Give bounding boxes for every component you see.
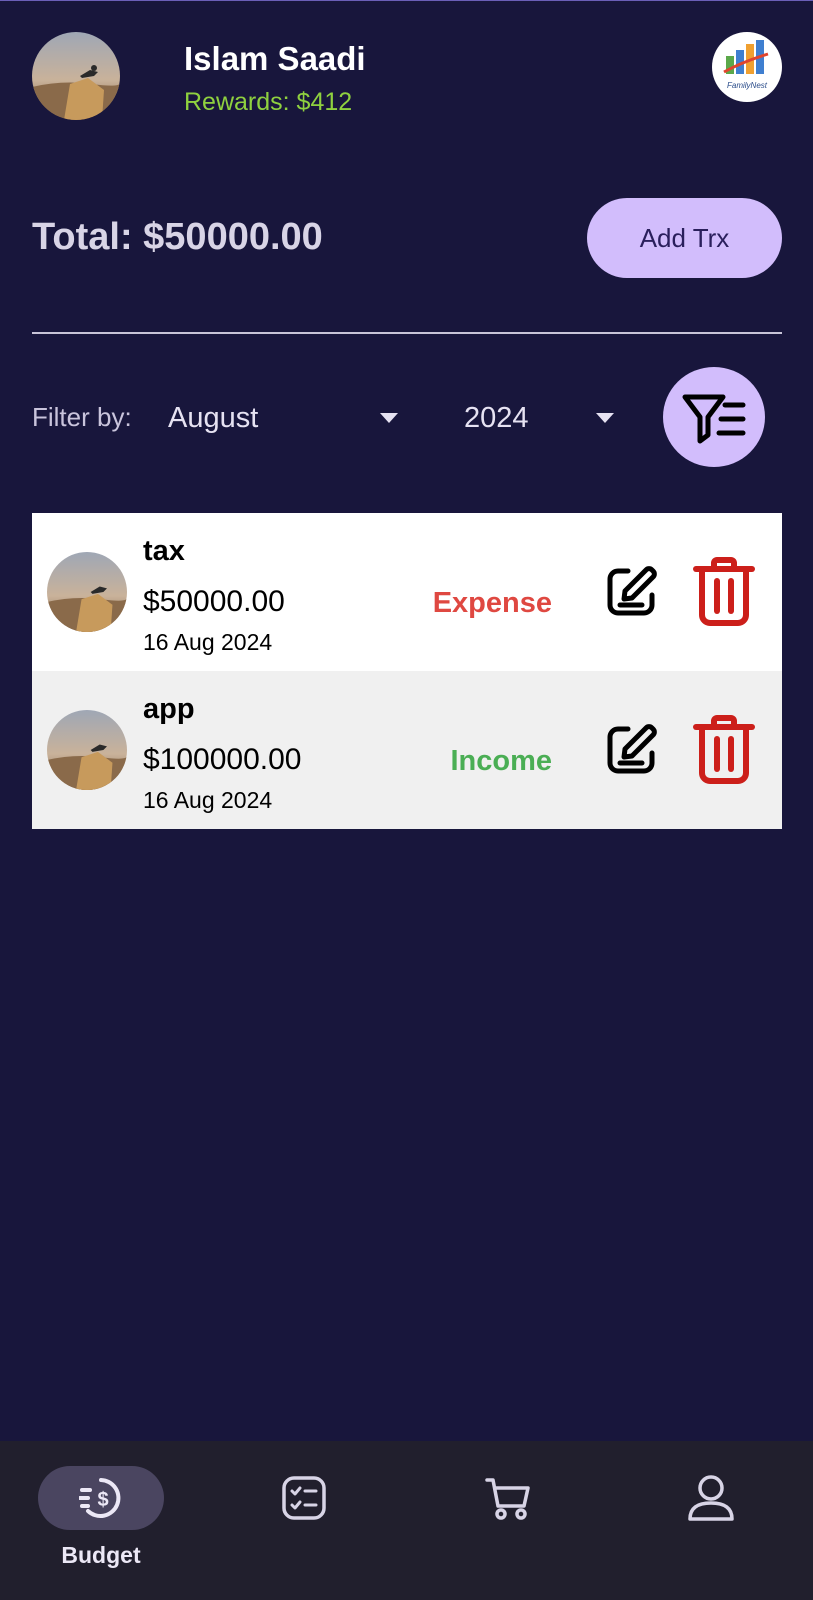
- edit-icon[interactable]: [604, 563, 660, 619]
- user-name: Islam Saadi: [184, 40, 366, 77]
- year-value: 2024: [464, 401, 529, 434]
- filter-button[interactable]: [663, 367, 765, 467]
- transaction-row[interactable]: tax $50000.00 16 Aug 2024 Expense: [32, 513, 782, 671]
- transaction-list: tax $50000.00 16 Aug 2024 Expense app $1…: [32, 513, 782, 829]
- nav-icon-wrap: [648, 1466, 774, 1530]
- transaction-date: 16 Aug 2024: [143, 629, 273, 655]
- year-select[interactable]: 2024: [464, 398, 614, 438]
- transaction-title: app: [143, 693, 195, 725]
- transaction-amount: $100000.00: [143, 743, 302, 776]
- profile-icon: [688, 1475, 734, 1521]
- app-logo: FamilyNest: [712, 32, 782, 102]
- chevron-down-icon: [380, 413, 398, 423]
- user-avatar[interactable]: [32, 32, 120, 120]
- transaction-avatar: [47, 552, 127, 632]
- svg-text:FamilyNest: FamilyNest: [727, 81, 768, 90]
- top-accent-line: [0, 0, 813, 1]
- nav-icon-wrap: [445, 1466, 571, 1530]
- transaction-amount: $50000.00: [143, 585, 285, 618]
- divider: [32, 332, 782, 334]
- bottom-navigation: $ Budget: [0, 1441, 813, 1600]
- filter-label: Filter by:: [32, 402, 132, 432]
- total-balance: Total: $50000.00: [32, 216, 323, 258]
- nav-item-profile[interactable]: [648, 1441, 774, 1600]
- nav-item-budget[interactable]: $ Budget: [38, 1441, 164, 1600]
- nav-item-cart[interactable]: [445, 1441, 571, 1600]
- transaction-avatar: [47, 710, 127, 790]
- transaction-type: Expense: [432, 587, 552, 619]
- nav-active-indicator: $: [38, 1466, 164, 1530]
- filter-list-icon: [682, 394, 746, 444]
- chevron-down-icon: [596, 413, 614, 423]
- nav-item-tasks[interactable]: [241, 1441, 367, 1600]
- checklist-icon: [282, 1476, 326, 1520]
- month-select[interactable]: August: [168, 398, 398, 438]
- budget-dollar-icon: $: [79, 1478, 121, 1518]
- add-transaction-button[interactable]: Add Trx: [587, 198, 782, 278]
- edit-icon[interactable]: [604, 721, 660, 777]
- transaction-row[interactable]: app $100000.00 16 Aug 2024 Income: [32, 671, 782, 829]
- svg-text:$: $: [97, 1489, 108, 1511]
- transaction-title: tax: [143, 535, 185, 567]
- trash-icon[interactable]: [692, 557, 756, 627]
- trash-icon[interactable]: [692, 715, 756, 785]
- transaction-date: 16 Aug 2024: [143, 787, 273, 813]
- month-value: August: [168, 401, 259, 434]
- nav-icon-wrap: [241, 1466, 367, 1530]
- nav-label: Budget: [61, 1542, 141, 1568]
- rewards-balance: Rewards: $412: [184, 88, 353, 116]
- transaction-type: Income: [450, 745, 552, 777]
- cart-icon: [485, 1478, 530, 1520]
